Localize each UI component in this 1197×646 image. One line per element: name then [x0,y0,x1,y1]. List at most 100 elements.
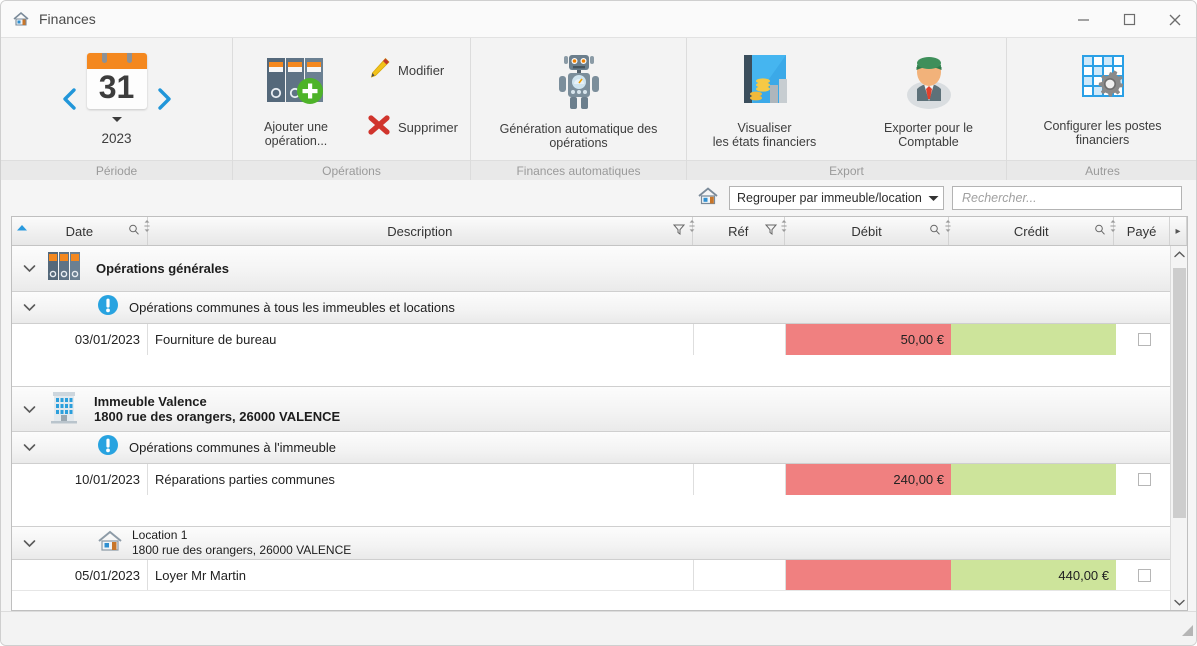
column-header-ref[interactable]: Réf [693,217,787,245]
search-icon[interactable] [128,224,140,239]
group-title: Location 1 [132,528,188,542]
grid-gear-icon [1073,51,1133,114]
resize-grip-icon[interactable] [1180,623,1194,642]
filter-icon[interactable] [672,224,685,239]
cell-description: Réparations parties communes [148,464,694,495]
scrollbar-thumb[interactable] [1173,268,1186,518]
ribbon-toolbar: 31 2023 Période Ajouter une opération...… [1,38,1196,180]
chevron-right-icon: ▸ [1175,225,1181,237]
group-subtitle: 1800 rue des orangers, 26000 VALENCE [94,409,341,424]
column-header-debit-label: Débit [851,223,882,239]
finances-window: Finances 31 2023 Période Ajouter une opé… [0,0,1197,646]
cell-ref [694,324,786,355]
cell-paye[interactable] [1116,324,1172,355]
configure-financial-accounts-button[interactable]: Configurer les postes financiers [1018,47,1188,151]
ribbon-group-periode: 31 2023 Période [1,38,233,180]
group-title: Opérations générales [96,261,229,276]
modify-label: Modifier [398,63,445,78]
paid-checkbox[interactable] [1137,473,1151,486]
table-row[interactable]: 10/01/2023 Réparations parties communes … [12,464,1172,495]
previous-period-button[interactable] [57,82,83,116]
scroll-down-button[interactable] [1171,594,1187,610]
close-button[interactable] [1152,1,1196,38]
view-financial-statements-button[interactable]: Visualiser les états financiers [697,45,833,153]
column-header-paye-label: Payé [1126,223,1157,239]
expander-icon[interactable] [12,303,46,312]
ribbon-group-export: Visualiser les états financiers Exporter… [687,38,1007,180]
maximize-button[interactable] [1106,1,1152,38]
column-overflow-button[interactable]: ▸ [1170,217,1187,245]
group-title: Opérations communes à l'immeuble [129,440,336,455]
vertical-scrollbar[interactable] [1170,246,1187,610]
column-header-description-label: Description [387,223,453,239]
cell-debit: 50,00 € [786,324,951,355]
cell-credit [951,324,1116,355]
search-input[interactable] [960,190,1174,206]
group-row-immeuble-valence[interactable]: Immeuble Valence 1800 rue des orangers, … [12,386,1172,432]
info-exclamation-icon [97,294,119,321]
expander-icon[interactable] [12,443,46,452]
table-row[interactable]: 03/01/2023 Fourniture de bureau 50,00 € [12,324,1172,355]
group-subtitle: 1800 rue des orangers, 26000 VALENCE [132,543,352,557]
column-header-credit[interactable]: Crédit [949,217,1116,245]
paid-checkbox[interactable] [1137,568,1151,582]
calendar-icon: 31 [86,52,147,109]
modify-button[interactable]: Modifier [359,52,466,89]
period-picker[interactable]: 31 2023 [86,52,147,146]
ribbon-group-label-finances-automatiques: Finances automatiques [471,160,686,180]
cell-paye[interactable] [1116,560,1172,590]
financial-book-icon [734,49,796,116]
paid-checkbox[interactable] [1137,333,1151,346]
cell-credit: 440,00 € [951,560,1116,590]
column-header-paye[interactable]: Payé [1114,217,1171,245]
view-financial-statements-label: Visualiser les états financiers [712,121,817,149]
ribbon-group-operations: Ajouter une opération... Modifier Suppri… [233,38,471,180]
expander-icon[interactable] [12,264,46,273]
grid-header-row: Date Description Réf Débit Crédit Payé ▸ [12,217,1187,246]
group-row-operations-communes-immeuble[interactable]: Opérations communes à l'immeuble [12,432,1172,464]
house-icon[interactable] [697,185,719,212]
operations-grid: Date Description Réf Débit Crédit Payé ▸… [11,216,1188,611]
minimize-button[interactable] [1060,1,1106,38]
grid-body: Opérations générales Opérations communes… [12,246,1187,610]
ribbon-group-label-export: Export [687,160,1006,180]
period-year: 2023 [101,130,132,146]
delete-button[interactable]: Supprimer [359,109,466,146]
ribbon-group-label-autres: Autres [1007,160,1196,180]
red-cross-icon [367,113,391,142]
auto-generate-operations-button[interactable]: Génération automatique des opérations [474,44,684,154]
column-header-date[interactable]: Date [12,217,150,245]
cell-ref [694,560,786,590]
search-box[interactable] [952,186,1182,210]
status-bar [1,611,1196,645]
grouping-select[interactable]: Regrouper par immeuble/location [729,186,944,210]
house-icon [12,10,30,28]
search-icon[interactable] [929,224,941,239]
add-operation-button[interactable]: Ajouter une opération... [237,46,355,152]
column-header-ref-label: Réf [728,223,749,239]
filter-icon[interactable] [764,224,777,239]
group-row-operations-communes-tous[interactable]: Opérations communes à tous les immeubles… [12,292,1172,324]
column-header-description[interactable]: Description [148,217,695,245]
building-icon [46,389,82,430]
group-title: Immeuble Valence [94,394,207,409]
export-accountant-label: Exporter pour le Comptable [884,121,973,149]
grouping-select-value: Regrouper par immeuble/location [737,191,922,205]
export-accountant-button[interactable]: Exporter pour le Comptable [861,45,997,153]
expander-icon[interactable] [12,405,46,414]
search-icon[interactable] [1094,224,1106,239]
next-period-button[interactable] [151,82,177,116]
cell-paye[interactable] [1116,464,1172,495]
cell-date: 10/01/2023 [12,464,148,495]
cell-debit [786,560,951,590]
group-row-location-1[interactable]: Location 1 1800 rue des orangers, 26000 … [12,526,1172,560]
column-header-debit[interactable]: Débit [785,217,951,245]
group-row-operations-generales[interactable]: Opérations générales [12,246,1172,292]
scroll-up-button[interactable] [1171,246,1187,263]
expander-icon[interactable] [12,539,46,548]
window-title: Finances [39,11,96,27]
sort-ascending-icon [17,219,27,234]
ribbon-group-finances-automatiques: Génération automatique des opérations Fi… [471,38,687,180]
window-controls [1060,1,1196,38]
table-row[interactable]: 05/01/2023 Loyer Mr Martin 440,00 € [12,560,1172,591]
